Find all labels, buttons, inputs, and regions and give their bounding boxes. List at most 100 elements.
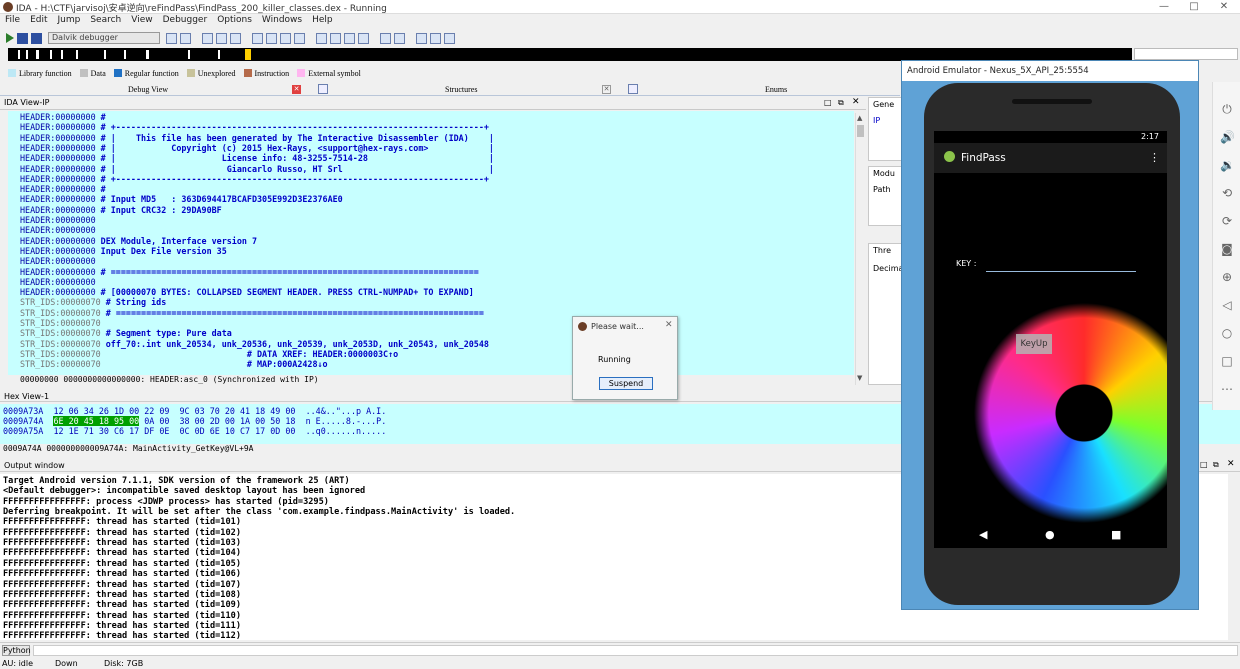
close-icon[interactable]: ✕ xyxy=(665,320,673,330)
more-icon[interactable]: ⋯ xyxy=(1220,382,1234,396)
menu-search[interactable]: Search xyxy=(85,14,126,26)
disassembly-listing[interactable]: HEADER:00000000 # HEADER:00000000 # +----… xyxy=(8,111,854,375)
disasm-address: STR_IDS:00000070 xyxy=(20,307,101,318)
keyup-button[interactable]: KeyUp xyxy=(1016,334,1052,354)
rotate-left-icon[interactable]: ⟲ xyxy=(1220,186,1234,200)
menu-edit[interactable]: Edit xyxy=(25,14,52,26)
disasm-address: STR_IDS:00000070 xyxy=(20,359,101,370)
command-input[interactable] xyxy=(33,645,1238,656)
menu-windows[interactable]: Windows xyxy=(257,14,307,26)
recents-icon[interactable]: ■ xyxy=(1111,528,1121,541)
hex-selection: 6E 20 45 18 95 00 xyxy=(53,416,140,426)
threads-icon[interactable] xyxy=(344,32,355,44)
title-bar: IDA - H:\CTF\jarvisoj\安卓逆向\reFindPass\Fi… xyxy=(0,0,1240,14)
close-tab-icon[interactable]: ✕ xyxy=(292,85,301,94)
float-icon[interactable]: ⧉ xyxy=(838,98,844,108)
disasm-line: HEADER:00000000 # | Giancarlo Russo, HT … xyxy=(20,164,494,174)
tools-icon[interactable] xyxy=(444,32,455,44)
trace-icon[interactable] xyxy=(316,32,327,44)
close-icon[interactable]: ✕ xyxy=(1227,459,1235,469)
hex-row: 0009A74A 6E 20 45 18 95 00 0A 00 38 00 2… xyxy=(3,416,387,426)
debugger-select[interactable]: Dalvik debugger xyxy=(48,32,160,44)
tab-enums[interactable]: Enums xyxy=(765,83,787,96)
emulator-title: Android Emulator - Nexus_5X_API_25:5554 xyxy=(902,61,1198,81)
menu-options[interactable]: Options xyxy=(212,14,257,26)
ida-view-header: IDA View-IP □ ⧉ ✕ xyxy=(0,97,866,110)
volume-down-icon[interactable]: 🔉 xyxy=(1220,158,1235,172)
overview-icon[interactable]: □ xyxy=(1220,354,1234,368)
home-icon[interactable]: ○ xyxy=(1220,326,1234,340)
run-to-cursor-icon[interactable] xyxy=(252,32,263,44)
float-icon[interactable]: ⧉ xyxy=(1213,460,1219,470)
scroll-down-icon[interactable]: ▼ xyxy=(857,374,862,382)
output-scrollbar[interactable] xyxy=(1228,474,1240,640)
legend-item: Regular function xyxy=(113,69,179,78)
tab-debug-view[interactable]: Debug View xyxy=(128,83,168,96)
restore-icon[interactable]: □ xyxy=(824,98,832,107)
dialog-message: Running xyxy=(598,355,631,364)
menu-debugger[interactable]: Debugger xyxy=(158,14,213,26)
refresh-icon[interactable] xyxy=(180,32,191,44)
menu-help[interactable]: Help xyxy=(307,14,338,26)
back-icon[interactable]: ◁ xyxy=(1220,298,1234,312)
phone-screen[interactable]: 2:17 FindPass ⋮ KEY : KeyUp ◀ ● ■ xyxy=(934,131,1167,548)
stop-icon[interactable] xyxy=(31,32,42,44)
disasm-line: HEADER:00000000 # xyxy=(20,112,106,122)
menu-view[interactable]: View xyxy=(126,14,157,26)
maximize-button[interactable]: □ xyxy=(1182,0,1206,14)
close-button[interactable]: ✕ xyxy=(1212,0,1236,14)
scroll-thumb[interactable] xyxy=(857,125,864,137)
vertical-scrollbar[interactable]: ▲ ▼ xyxy=(855,113,865,385)
memory-icon[interactable] xyxy=(416,32,427,44)
python-button[interactable]: Python xyxy=(2,645,31,656)
breakpoint-icon[interactable] xyxy=(202,32,213,44)
tab-structures[interactable]: Structures xyxy=(445,83,477,96)
delete-breakpoint-icon[interactable] xyxy=(230,32,241,44)
attach-icon[interactable] xyxy=(166,32,177,44)
disasm-line: STR_IDS:00000070 # =====================… xyxy=(20,308,484,318)
disasm-text: # | License info: 48-3255-7514-28 | xyxy=(95,153,494,164)
play-icon[interactable] xyxy=(6,33,14,43)
segment-select[interactable] xyxy=(1134,48,1238,60)
rotate-right-icon[interactable]: ⟳ xyxy=(1220,214,1234,228)
disasm-line: HEADER:00000000 xyxy=(20,256,96,266)
modules-icon[interactable] xyxy=(358,32,369,44)
scroll-up-icon[interactable]: ▲ xyxy=(857,114,862,122)
pause-icon[interactable] xyxy=(17,32,28,44)
close-icon[interactable]: ✕ xyxy=(852,97,860,107)
volume-up-icon[interactable]: 🔊 xyxy=(1220,130,1235,144)
legend-item: Unexplored xyxy=(186,69,236,78)
restore-icon[interactable]: □ xyxy=(1200,460,1208,469)
plugin-icon[interactable] xyxy=(430,32,441,44)
step-over-icon[interactable] xyxy=(280,32,291,44)
step-out-icon[interactable] xyxy=(294,32,305,44)
disasm-address: HEADER:00000000 xyxy=(20,256,96,267)
disasm-text: # String ids xyxy=(100,297,167,308)
disasm-line: HEADER:00000000 xyxy=(20,277,96,287)
menu-file[interactable]: File xyxy=(0,14,25,26)
disasm-text: # [00000070 BYTES: COLLAPSED SEGMENT HEA… xyxy=(95,287,474,298)
disasm-text: Input Dex File version 35 xyxy=(95,245,227,256)
key-input[interactable] xyxy=(986,271,1136,272)
suspend-button[interactable]: Suspend xyxy=(599,377,653,390)
phone-frame: 2:17 FindPass ⋮ KEY : KeyUp ◀ ● ■ xyxy=(924,83,1180,605)
disasm-address: HEADER:00000000 xyxy=(20,276,96,287)
disasm-text: # +-------------------------------------… xyxy=(95,173,489,184)
back-icon[interactable]: ◀ xyxy=(979,528,987,541)
close-tab-icon[interactable]: ✕ xyxy=(602,85,611,94)
undo-icon[interactable] xyxy=(330,32,341,44)
output-line: <Default debugger>: incompatible saved d… xyxy=(3,486,366,497)
zoom-icon[interactable]: ⊕ xyxy=(1220,270,1234,284)
graph-icon[interactable] xyxy=(380,32,391,44)
home-icon[interactable]: ● xyxy=(1045,528,1055,541)
overflow-menu-icon[interactable]: ⋮ xyxy=(1149,143,1160,173)
step-into-icon[interactable] xyxy=(266,32,277,44)
locals-icon[interactable] xyxy=(394,32,405,44)
power-icon[interactable]: ⏻ xyxy=(1220,102,1234,116)
minimize-button[interactable]: — xyxy=(1152,0,1176,14)
menu-jump[interactable]: Jump xyxy=(53,14,86,26)
add-breakpoint-icon[interactable] xyxy=(216,32,227,44)
disasm-text: # xyxy=(95,112,106,122)
camera-icon[interactable]: ◙ xyxy=(1220,242,1234,256)
output-line: FFFFFFFFFFFFFFFF: thread has started (ti… xyxy=(3,527,241,538)
